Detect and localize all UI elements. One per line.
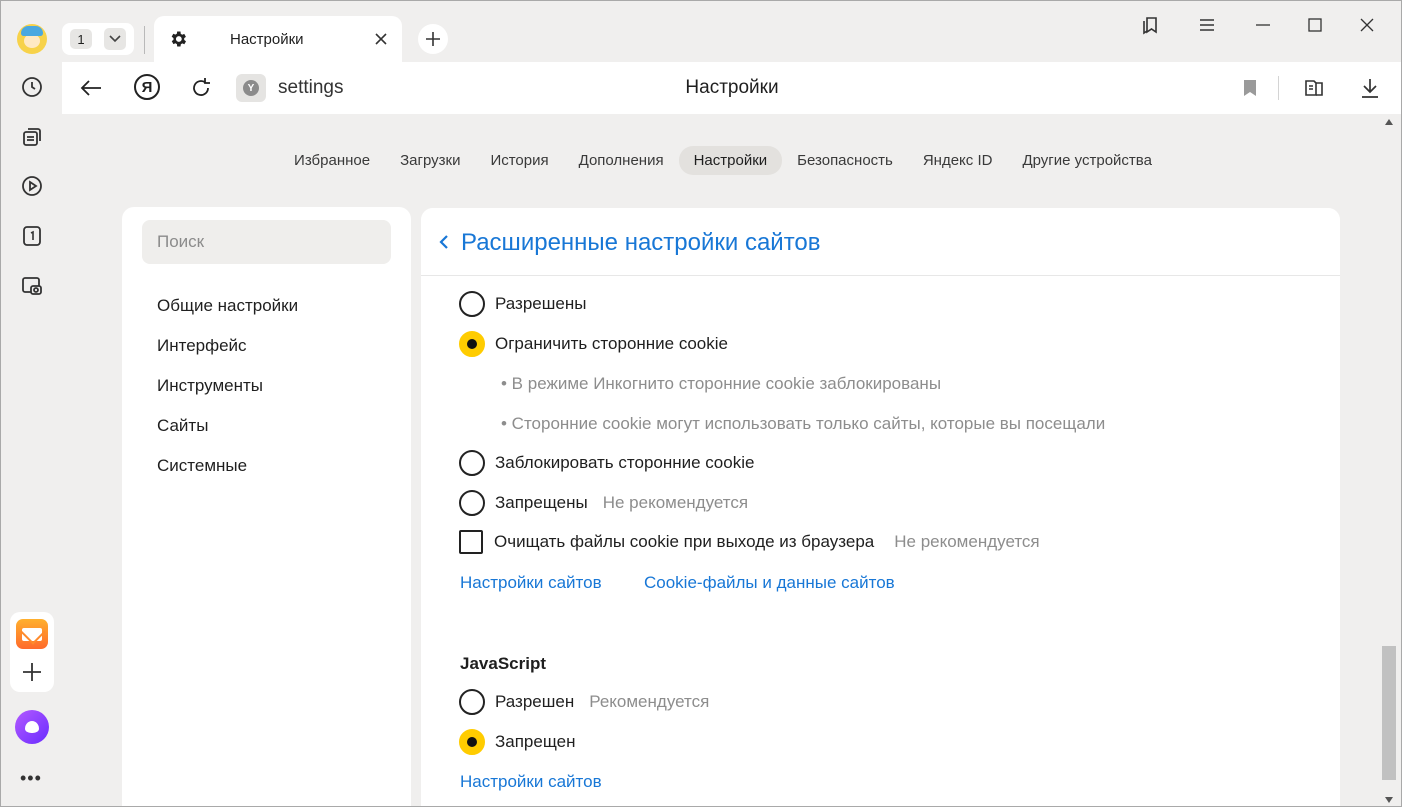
cookie-files-link[interactable]: Cookie-файлы и данные сайтов bbox=[644, 573, 895, 593]
settings-main-panel: Расширенные настройки сайтов Разрешены О… bbox=[421, 208, 1340, 807]
minimize-icon[interactable] bbox=[1250, 12, 1276, 38]
tabs-count-icon[interactable] bbox=[16, 220, 48, 252]
plus-icon bbox=[426, 32, 440, 46]
sidebar-item-interface[interactable]: Интерфейс bbox=[157, 336, 247, 356]
option-label: Ограничить сторонние cookie bbox=[495, 334, 728, 353]
sidebar-item-general[interactable]: Общие настройки bbox=[157, 296, 298, 316]
more-dots-icon[interactable]: ••• bbox=[20, 768, 42, 789]
bookmarks-panel-icon[interactable] bbox=[1138, 12, 1164, 38]
js-site-settings-link[interactable]: Настройки сайтов bbox=[460, 772, 602, 792]
alice-assistant-icon[interactable] bbox=[15, 710, 49, 744]
media-play-icon[interactable] bbox=[16, 170, 48, 202]
radio-button[interactable] bbox=[459, 689, 485, 715]
recommended-hint: Рекомендуется bbox=[589, 692, 710, 711]
nav-downloads[interactable]: Загрузки bbox=[385, 146, 475, 175]
sidebar-item-sites[interactable]: Сайты bbox=[157, 416, 208, 436]
page-scrollbar[interactable] bbox=[1380, 114, 1398, 807]
screenshot-icon[interactable] bbox=[16, 270, 48, 302]
option-label: Разрешены bbox=[495, 294, 587, 313]
search-input[interactable] bbox=[142, 220, 391, 264]
download-icon[interactable] bbox=[1356, 74, 1384, 102]
reload-icon[interactable] bbox=[187, 74, 215, 102]
yandex-button[interactable]: Я bbox=[134, 74, 160, 100]
radio-button-selected[interactable] bbox=[459, 331, 485, 357]
not-recommended-hint: Не рекомендуется bbox=[602, 493, 749, 512]
radio-button[interactable] bbox=[459, 450, 485, 476]
radio-button[interactable] bbox=[459, 490, 485, 516]
services-panel bbox=[10, 612, 54, 692]
settings-sidebar: Общие настройки Интерфейс Инструменты Са… bbox=[122, 207, 411, 807]
scroll-thumb[interactable] bbox=[1382, 646, 1396, 780]
scroll-up-arrow-icon[interactable] bbox=[1385, 119, 1393, 125]
left-sidebar-toolbar: ••• bbox=[0, 0, 62, 807]
scroll-down-arrow-icon[interactable] bbox=[1385, 797, 1393, 803]
bullet-visited-sites-note: • Сторонние cookie могут использовать то… bbox=[501, 414, 1106, 433]
sidebar-item-system[interactable]: Системные bbox=[157, 456, 247, 476]
address-bar: Я Y settings Настройки bbox=[62, 62, 1402, 114]
clear-cookies-on-exit[interactable]: Очищать файлы cookie при выходе из брауз… bbox=[459, 530, 1040, 554]
tab-group-switcher[interactable]: 1 bbox=[62, 23, 134, 55]
gear-icon bbox=[171, 31, 186, 47]
js-option-allowed[interactable]: Разрешен Рекомендуется bbox=[459, 689, 709, 715]
cookie-option-allowed[interactable]: Разрешены bbox=[459, 291, 586, 317]
section-header: Расширенные настройки сайтов bbox=[421, 208, 1340, 276]
maximize-icon[interactable] bbox=[1302, 12, 1328, 38]
profile-avatar[interactable] bbox=[17, 24, 47, 54]
nav-favorites[interactable]: Избранное bbox=[279, 146, 385, 175]
checkbox[interactable] bbox=[459, 530, 483, 554]
cookie-option-block-third-party[interactable]: Заблокировать сторонние cookie bbox=[459, 450, 754, 476]
sidebar-item-tools[interactable]: Инструменты bbox=[157, 376, 263, 396]
browser-logo-icon: Y bbox=[243, 80, 259, 96]
close-window-icon[interactable] bbox=[1354, 12, 1380, 38]
menu-icon[interactable] bbox=[1194, 12, 1220, 38]
nav-other-devices[interactable]: Другие устройства bbox=[1007, 146, 1166, 175]
option-label: Заблокировать сторонние cookie bbox=[495, 453, 755, 472]
javascript-section-title: JavaScript bbox=[460, 654, 546, 673]
reading-list-icon[interactable] bbox=[1300, 74, 1328, 102]
settings-top-nav: Избранное Загрузки История Дополнения На… bbox=[62, 145, 1384, 175]
mail-icon[interactable] bbox=[16, 619, 48, 649]
bookmark-icon[interactable] bbox=[1236, 74, 1264, 102]
bullet-incognito-note: • В режиме Инкогнито сторонние cookie за… bbox=[501, 374, 942, 393]
nav-settings[interactable]: Настройки bbox=[678, 145, 783, 175]
radio-button-selected[interactable] bbox=[459, 729, 485, 755]
tab-settings[interactable]: Настройки bbox=[154, 16, 402, 62]
radio-button[interactable] bbox=[459, 291, 485, 317]
not-recommended-hint: Не рекомендуется bbox=[894, 532, 1040, 551]
cookie-option-forbidden[interactable]: Запрещены Не рекомендуется bbox=[459, 490, 748, 516]
site-identity-badge[interactable]: Y bbox=[236, 74, 266, 102]
tab-strip: 1 Настройки bbox=[62, 0, 1402, 62]
nav-yandex-id[interactable]: Яндекс ID bbox=[908, 146, 1008, 175]
nav-security[interactable]: Безопасность bbox=[782, 146, 908, 175]
tab-title: Настройки bbox=[230, 30, 304, 48]
chevron-left-icon[interactable] bbox=[437, 233, 451, 251]
chevron-down-icon[interactable] bbox=[104, 28, 126, 50]
tab-count-badge: 1 bbox=[70, 29, 92, 49]
close-tab-icon[interactable] bbox=[372, 30, 390, 48]
option-label: Запрещен bbox=[495, 732, 576, 751]
option-label: Запрещены bbox=[495, 493, 588, 512]
option-label: Разрешен bbox=[495, 692, 575, 711]
nav-history[interactable]: История bbox=[475, 146, 563, 175]
address-bar-divider bbox=[1278, 76, 1279, 100]
tab-divider bbox=[144, 26, 145, 54]
cookie-option-limit-third-party[interactable]: Ограничить сторонние cookie bbox=[459, 331, 728, 357]
checkbox-label: Очищать файлы cookie при выходе из брауз… bbox=[494, 532, 875, 551]
js-option-forbidden[interactable]: Запрещен bbox=[459, 729, 575, 755]
section-title[interactable]: Расширенные настройки сайтов bbox=[461, 229, 821, 257]
site-settings-link[interactable]: Настройки сайтов bbox=[460, 573, 602, 593]
history-icon[interactable] bbox=[16, 71, 48, 103]
url-text[interactable]: settings bbox=[278, 77, 343, 99]
add-service-icon[interactable] bbox=[20, 660, 44, 684]
back-arrow-icon[interactable] bbox=[77, 74, 105, 102]
collections-icon[interactable] bbox=[16, 121, 48, 153]
new-tab-button[interactable] bbox=[418, 24, 448, 54]
nav-extensions[interactable]: Дополнения bbox=[564, 146, 679, 175]
